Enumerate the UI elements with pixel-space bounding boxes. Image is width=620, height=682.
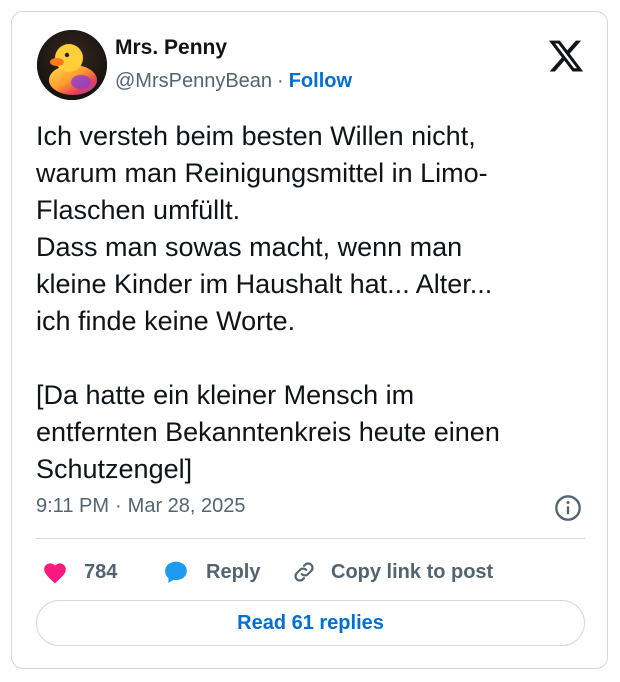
reply-button[interactable]: Reply <box>162 552 260 592</box>
author-name[interactable]: Mrs. Penny <box>115 36 227 60</box>
post-text: Ich versteh beim besten Willen nicht, wa… <box>36 121 500 484</box>
timestamp-separator: · <box>115 495 122 517</box>
reply-bubble-icon <box>165 561 187 583</box>
follow-button[interactable]: Follow <box>289 70 352 92</box>
read-replies-button[interactable]: Read 61 replies <box>36 600 585 646</box>
author-handle-row: @MrsPennyBean · Follow <box>115 70 352 93</box>
copy-link-label: Copy link to post <box>331 560 494 583</box>
post-actions: 784 Reply Copy link to post <box>36 552 585 592</box>
handle-separator: · <box>277 70 284 92</box>
post-card: Mrs. Penny @MrsPennyBean · Follow Ich vers… <box>11 11 608 669</box>
post-timestamp[interactable]: 9:11 PM · Mar 28, 2025 <box>36 495 246 518</box>
info-icon[interactable] <box>554 494 582 522</box>
post-date: Mar 28, 2025 <box>127 495 246 517</box>
link-icon <box>294 562 314 582</box>
like-button[interactable]: 784 <box>42 552 117 592</box>
reply-label: Reply <box>206 560 261 583</box>
author-handle[interactable]: @MrsPennyBean <box>115 70 272 92</box>
divider <box>36 538 585 539</box>
like-count: 784 <box>84 560 118 583</box>
copy-link-button[interactable]: Copy link to post <box>291 552 493 592</box>
heart-icon <box>44 563 66 584</box>
post-time: 9:11 PM <box>36 495 109 517</box>
avatar[interactable] <box>37 30 107 100</box>
x-logo-icon[interactable] <box>547 37 585 75</box>
rubber-duck-avatar-icon <box>37 30 107 100</box>
